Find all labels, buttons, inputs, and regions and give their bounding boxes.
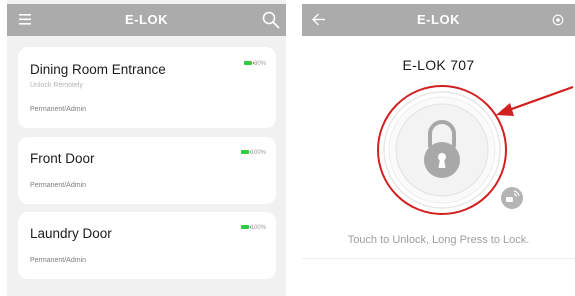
lock-instruction: Touch to Unlock, Long Press to Lock. xyxy=(347,234,530,246)
device-name: E-LOK 707 xyxy=(402,57,475,73)
divider xyxy=(302,258,575,259)
lock-card-front-door[interactable]: Front Door Permanent/Admin 100% xyxy=(18,137,276,204)
top-app-bar: E-LOK xyxy=(302,4,575,36)
top-app-bar: E-LOK xyxy=(7,4,286,36)
battery-indicator: 100% xyxy=(240,150,266,156)
lock-name: Laundry Door xyxy=(30,226,112,241)
remote-key-icon xyxy=(501,187,523,209)
battery-indicator: 100% xyxy=(240,225,266,231)
lock-access: Permanent/Admin xyxy=(30,257,87,264)
lock-detail-screen: E-LOK E-LOK 707 Touch to Unlock, Long Pr… xyxy=(302,0,575,296)
battery-icon xyxy=(240,150,251,155)
lock-list-screen: E-LOK Dining Room Entrance Unlock Remote… xyxy=(7,0,286,296)
lock-status: Unlock Remotely xyxy=(30,82,83,89)
battery-icon xyxy=(240,225,251,230)
lock-card-dining-room-entrance[interactable]: Dining Room Entrance Unlock Remotely Per… xyxy=(18,47,276,128)
lock-access: Permanent/Admin xyxy=(30,106,87,113)
lock-card-laundry-door[interactable]: Laundry Door Permanent/Admin 100% xyxy=(18,212,276,279)
lock-access: Permanent/Admin xyxy=(30,182,87,189)
lock-name: Dining Room Entrance xyxy=(30,62,166,77)
battery-icon xyxy=(243,61,254,66)
app-title: E-LOK xyxy=(125,12,168,27)
battery-level: 100% xyxy=(250,150,266,156)
settings-icon[interactable] xyxy=(552,14,564,26)
annotation-arrow xyxy=(496,85,574,116)
app-title: E-LOK xyxy=(417,12,460,27)
battery-level: 80% xyxy=(253,61,266,67)
search-icon[interactable] xyxy=(262,11,280,29)
lock-name: Front Door xyxy=(30,151,95,166)
battery-level: 100% xyxy=(250,225,266,231)
battery-indicator: 80% xyxy=(243,61,266,67)
